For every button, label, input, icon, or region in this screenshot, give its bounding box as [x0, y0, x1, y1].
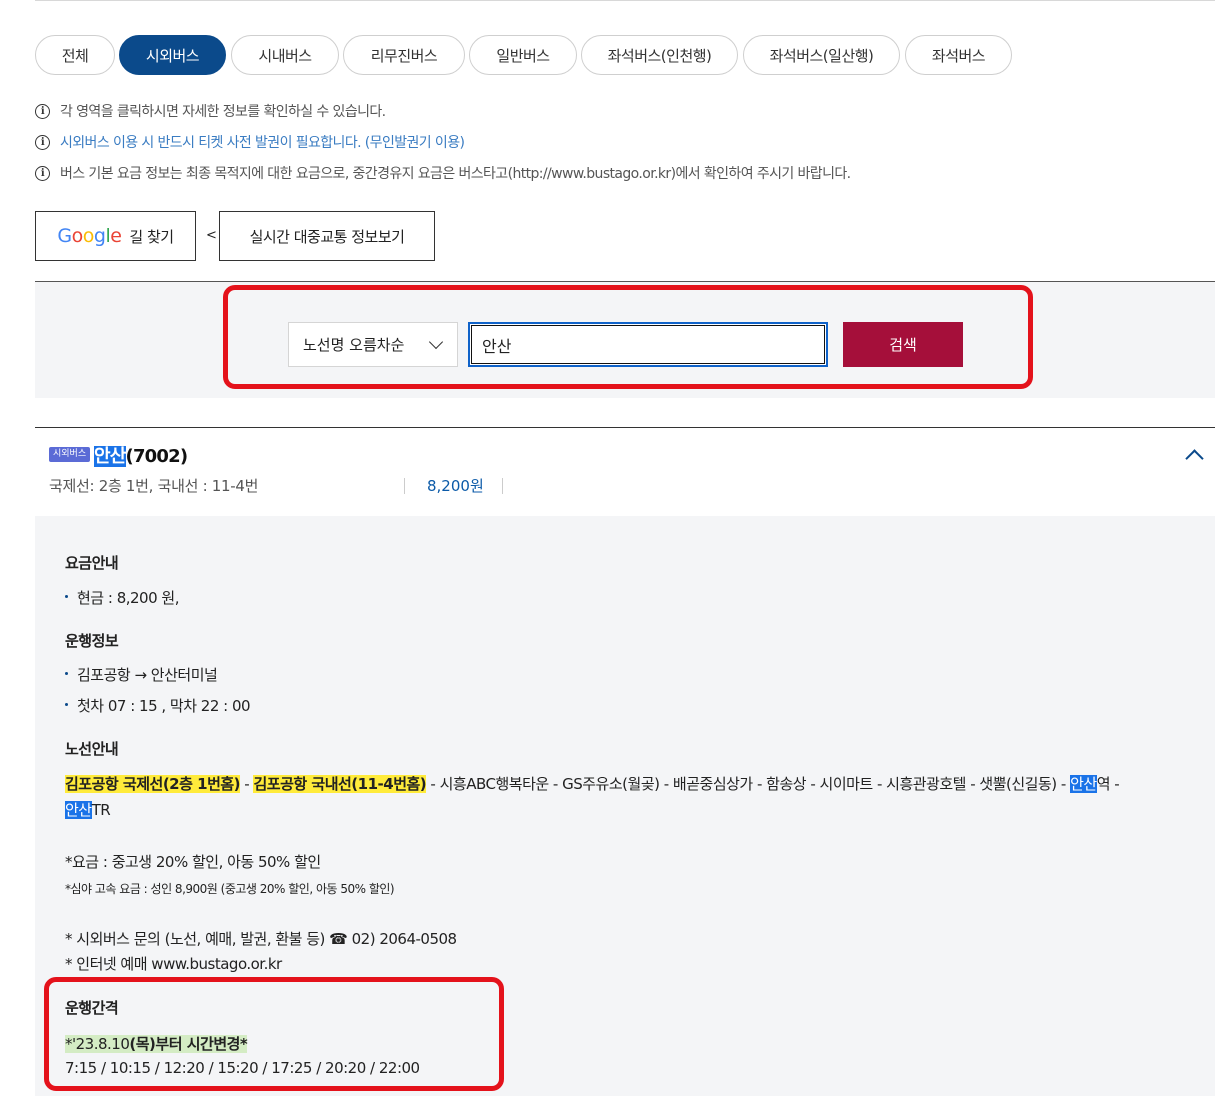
- tab-all[interactable]: 전체: [35, 35, 115, 75]
- tab-regular-bus[interactable]: 일반버스: [469, 35, 577, 75]
- bullet-icon: [65, 703, 68, 706]
- top-divider: [35, 0, 1215, 1]
- google-directions-label: 길 찾기: [129, 227, 174, 246]
- platform-info: 국제선: 2층 1번, 국내선 : 11-4번: [49, 477, 259, 495]
- route-price: 8,200원: [427, 477, 484, 495]
- route-title[interactable]: 안산(7002): [94, 442, 189, 468]
- night-fare-note: *심야 고속 요금 : 성인 8,900원 (중고생 20% 할인, 아동 50…: [65, 882, 395, 896]
- info-icon: i: [35, 103, 50, 119]
- route-number: (7002): [125, 446, 189, 467]
- bullet-icon: [65, 672, 68, 675]
- internet-booking-note: * 인터넷 예매 www.bustago.or.kr: [65, 955, 282, 973]
- fare-item: 현금 : 8,200 원,: [65, 587, 179, 608]
- route-stops-text: 역 -: [1096, 775, 1120, 793]
- route-name-highlight: 안산: [94, 446, 126, 467]
- button-separator: <: [206, 228, 217, 243]
- operation-times-item: 첫차 07 : 15 , 막차 22 : 00: [65, 695, 251, 716]
- route-stops-text: - 시흥ABC행복타운 - GS주유소(월곶) - 배곧중심상가 - 함송상 -…: [426, 775, 1071, 793]
- google-directions-button[interactable]: Google 길 찾기: [35, 211, 196, 261]
- annotation-highlight-interval: [44, 977, 504, 1091]
- route-stops: 김포공항 국제선(2층 1번홈) - 김포공항 국내선(11-4번홈) - 시흥…: [65, 771, 1195, 823]
- search-term-highlight: 안산: [1070, 775, 1097, 793]
- inquiry-note: * 시외버스 문의 (노선, 예매, 발권, 환불 등) ☎ 02) 2064-…: [65, 930, 457, 948]
- operation-route-text: 김포공항 → 안산터미널: [77, 666, 218, 684]
- info-icon: i: [35, 134, 50, 150]
- info-icon: i: [35, 165, 50, 181]
- route-guide-heading: 노선안내: [65, 740, 119, 758]
- route-stop-highlight: 김포공항 국제선(2층 1번홈): [65, 775, 241, 793]
- chevron-up-icon[interactable]: [1185, 449, 1204, 468]
- info-text: 버스 기본 요금 정보는 최종 목적지에 대한 요금으로, 중간경유지 요금은 …: [60, 166, 851, 182]
- realtime-transit-button[interactable]: 실시간 대중교통 정보보기: [219, 211, 435, 261]
- tab-seat-bus-incheon[interactable]: 좌석버스(인천행): [581, 35, 738, 75]
- fare-cash-text: 현금 : 8,200 원,: [77, 589, 179, 607]
- separator: [502, 478, 503, 494]
- bus-type-badge: 시외버스: [49, 447, 91, 462]
- route-stop-highlight: 김포공항 국내선(11-4번홈): [253, 775, 427, 793]
- info-link-text[interactable]: 시외버스 이용 시 반드시 티켓 사전 발권이 필요합니다. (무인발권기 이용…: [60, 132, 465, 152]
- bullet-icon: [65, 595, 68, 598]
- tab-seat-bus-ilsan[interactable]: 좌석버스(일산행): [743, 35, 900, 75]
- operation-heading: 운행정보: [65, 632, 119, 650]
- fare-discount-note: *요금 : 중고생 20% 할인, 아동 50% 할인: [65, 853, 321, 871]
- fare-heading: 요금안내: [65, 554, 119, 572]
- operation-route-item: 김포공항 → 안산터미널: [65, 664, 218, 685]
- tab-limousine-bus[interactable]: 리무진버스: [343, 35, 465, 75]
- result-divider: [35, 427, 1215, 428]
- google-logo: Google: [57, 225, 122, 247]
- route-stops-text: TR: [91, 801, 111, 819]
- tab-city-bus[interactable]: 시내버스: [231, 35, 339, 75]
- search-term-highlight: 안산: [65, 801, 92, 819]
- info-line-ticket[interactable]: i 시외버스 이용 시 반드시 티켓 사전 발권이 필요합니다. (무인발권기 …: [35, 132, 465, 152]
- operation-times-text: 첫차 07 : 15 , 막차 22 : 00: [77, 697, 251, 715]
- tab-intercity-bus[interactable]: 시외버스: [119, 35, 226, 75]
- route-separator: -: [240, 775, 254, 793]
- annotation-highlight-search: [223, 285, 1033, 389]
- info-line-click: i 각 영역을 클릭하시면 자세한 정보를 확인하실 수 있습니다.: [35, 101, 386, 121]
- info-text: 각 영역을 클릭하시면 자세한 정보를 확인하실 수 있습니다.: [60, 104, 386, 120]
- separator: [404, 478, 405, 494]
- tab-seat-bus[interactable]: 좌석버스: [905, 35, 1012, 75]
- info-line-fare: i 버스 기본 요금 정보는 최종 목적지에 대한 요금으로, 중간경유지 요금…: [35, 163, 851, 183]
